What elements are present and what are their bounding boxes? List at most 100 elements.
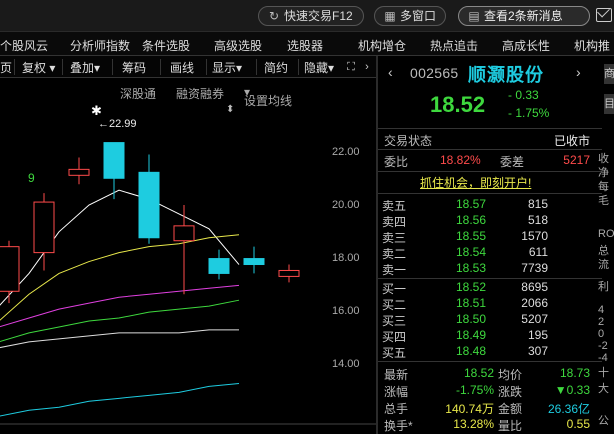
news-button[interactable]: ▤ 查看2条新消息: [458, 6, 590, 26]
toolbar-display-button[interactable]: 显示▾: [212, 59, 242, 76]
menu-bar: 个股风云 分析师指数 条件选股 高级选股 选股器 机构增仓 热点追击 高成长性 …: [0, 32, 614, 56]
stat-row: 换手* 13.28% 量比 0.55: [382, 415, 594, 433]
last-price: 18.52: [430, 92, 486, 117]
ask-label: 卖二: [382, 247, 407, 261]
multi-window-button[interactable]: ▦ 多窗口: [374, 6, 446, 26]
price-change: - 0.33: [508, 88, 539, 102]
candle-body: [173, 225, 195, 242]
stat-row: 最新 18.52 均价 18.73: [382, 364, 594, 382]
side-label: -4: [598, 352, 608, 364]
count-annotation: 9: [28, 171, 35, 185]
menu-item-stock-wind[interactable]: 个股风云: [0, 37, 48, 54]
menu-item-analyst-index[interactable]: 分析师指数: [70, 37, 130, 54]
quick-trade-label: 快速交易F12: [284, 9, 353, 23]
stat-value: 18.73: [559, 366, 590, 380]
menu-item-institution-add[interactable]: 机构增仓: [358, 37, 406, 54]
trade-status-row: 交易状态 已收市: [382, 130, 594, 148]
trade-status-label: 交易状态: [384, 134, 433, 148]
trade-icon: ↻: [268, 9, 280, 23]
expand-icon[interactable]: ⛶: [344, 60, 358, 74]
menu-item-advanced-select[interactable]: 高级选股: [214, 37, 262, 54]
ask-label: 卖一: [382, 263, 407, 277]
stat-row: 总手 140.74万 金额 26.36亿: [382, 398, 594, 416]
candle-body: [208, 258, 230, 274]
menu-item-high-growth[interactable]: 高成长性: [502, 37, 550, 54]
bid-volume: 307: [527, 344, 548, 358]
stat-value: 0.55: [566, 417, 590, 431]
news-label: 查看2条新消息: [484, 9, 563, 23]
side-label: 4: [598, 304, 605, 316]
bid-volume: 5207: [521, 312, 548, 326]
next-icon[interactable]: ›: [360, 60, 374, 74]
ask-price[interactable]: 18.53: [434, 261, 486, 275]
candle-body: [278, 269, 300, 277]
candle-body: [0, 246, 20, 292]
side-label: 公: [598, 415, 609, 427]
bid-label: 买一: [382, 282, 407, 296]
side-label: 毛: [598, 195, 609, 207]
ask-label: 卖四: [382, 215, 407, 229]
chart-toolbar: 页 复权 ▾ 叠加▾ 筹码 画线 显示▾ 简约 隐藏▾ ⛶ ›: [0, 56, 376, 78]
side-label: 流: [598, 259, 609, 271]
multi-window-label: 多窗口: [400, 9, 437, 23]
bid-label: 买三: [382, 314, 407, 328]
window-icon: ▦: [384, 9, 396, 23]
ask-price[interactable]: 18.55: [434, 229, 486, 243]
wc-value: 5217: [563, 153, 590, 167]
bid-price[interactable]: 18.52: [434, 280, 486, 294]
prev-stock-icon[interactable]: ‹: [388, 64, 393, 80]
stat-value: ▼0.33: [554, 383, 590, 397]
menu-item-institution-recommend[interactable]: 机构推: [574, 37, 610, 54]
toolbar-draw-button[interactable]: 画线: [170, 59, 194, 76]
toolbar-hide-button[interactable]: 隐藏▾: [304, 59, 334, 76]
ma-line-5: [0, 382, 240, 417]
candlestick-svg: [0, 142, 376, 425]
order-ratio-row: 委比 18.82% 委差 5217: [382, 151, 594, 169]
star-marker-icon: ✱: [91, 103, 102, 118]
next-stock-icon[interactable]: ›: [576, 64, 581, 80]
ma-line-4: [0, 329, 239, 349]
candle-body: [103, 142, 125, 179]
ask-price[interactable]: 18.57: [434, 197, 486, 211]
side-tab-button[interactable]: 目: [604, 94, 614, 114]
y-tick-label: 18.00: [332, 252, 360, 264]
bid-price[interactable]: 18.49: [434, 328, 486, 342]
menu-item-stock-picker[interactable]: 选股器: [287, 37, 323, 54]
wb-value: 18.82%: [440, 153, 481, 167]
bid-volume: 195: [527, 328, 548, 342]
bid-label: 买四: [382, 330, 407, 344]
ask-volume: 1570: [521, 229, 548, 243]
stat-label: 换手*: [384, 419, 413, 433]
toolbar-chips-button[interactable]: 筹码: [122, 59, 146, 76]
quick-trade-button[interactable]: ↻ 快速交易F12: [258, 6, 364, 26]
toolbar-page[interactable]: 页: [0, 59, 12, 76]
side-label: -2: [598, 340, 608, 352]
ask-price[interactable]: 18.56: [434, 213, 486, 227]
bid-price[interactable]: 18.48: [434, 344, 486, 358]
top-toolbar: ↻ 快速交易F12 ▦ 多窗口 ▤ 查看2条新消息: [0, 0, 614, 32]
wc-label: 委差: [500, 155, 525, 169]
wb-label: 委比: [384, 155, 409, 169]
open-account-link[interactable]: 抓住机会，即刻开户!: [420, 174, 531, 191]
candle-body: [68, 168, 90, 176]
menu-item-condition-select[interactable]: 条件选股: [142, 37, 190, 54]
toolbar-adjust-button[interactable]: 复权 ▾: [22, 59, 55, 76]
stat-value: -1.75%: [455, 383, 494, 397]
toolbar-overlay-button[interactable]: 叠加▾: [70, 59, 100, 76]
side-label: 2: [598, 316, 605, 328]
ask-volume: 7739: [521, 261, 548, 275]
menu-item-hotspot[interactable]: 热点追击: [430, 37, 478, 54]
bid-price[interactable]: 18.51: [434, 296, 486, 310]
side-tab-button[interactable]: 商: [604, 64, 614, 84]
trade-status-value: 已收市: [553, 134, 590, 148]
stock-code: 002565: [410, 65, 459, 81]
ask-price[interactable]: 18.54: [434, 245, 486, 259]
side-label: 十大: [598, 367, 609, 395]
stock-name: 顺灏股份: [468, 65, 544, 85]
mail-icon[interactable]: [596, 8, 612, 22]
message-icon: ▤: [468, 9, 480, 23]
toolbar-simple-button[interactable]: 简约: [264, 59, 288, 76]
ma-line-3: [0, 299, 240, 343]
bid-price[interactable]: 18.50: [434, 312, 486, 326]
kline-chart[interactable]: 深股通 融资融券 设置均线 ▾ 22.00 20.00 18.00 16.00 …: [0, 78, 376, 434]
